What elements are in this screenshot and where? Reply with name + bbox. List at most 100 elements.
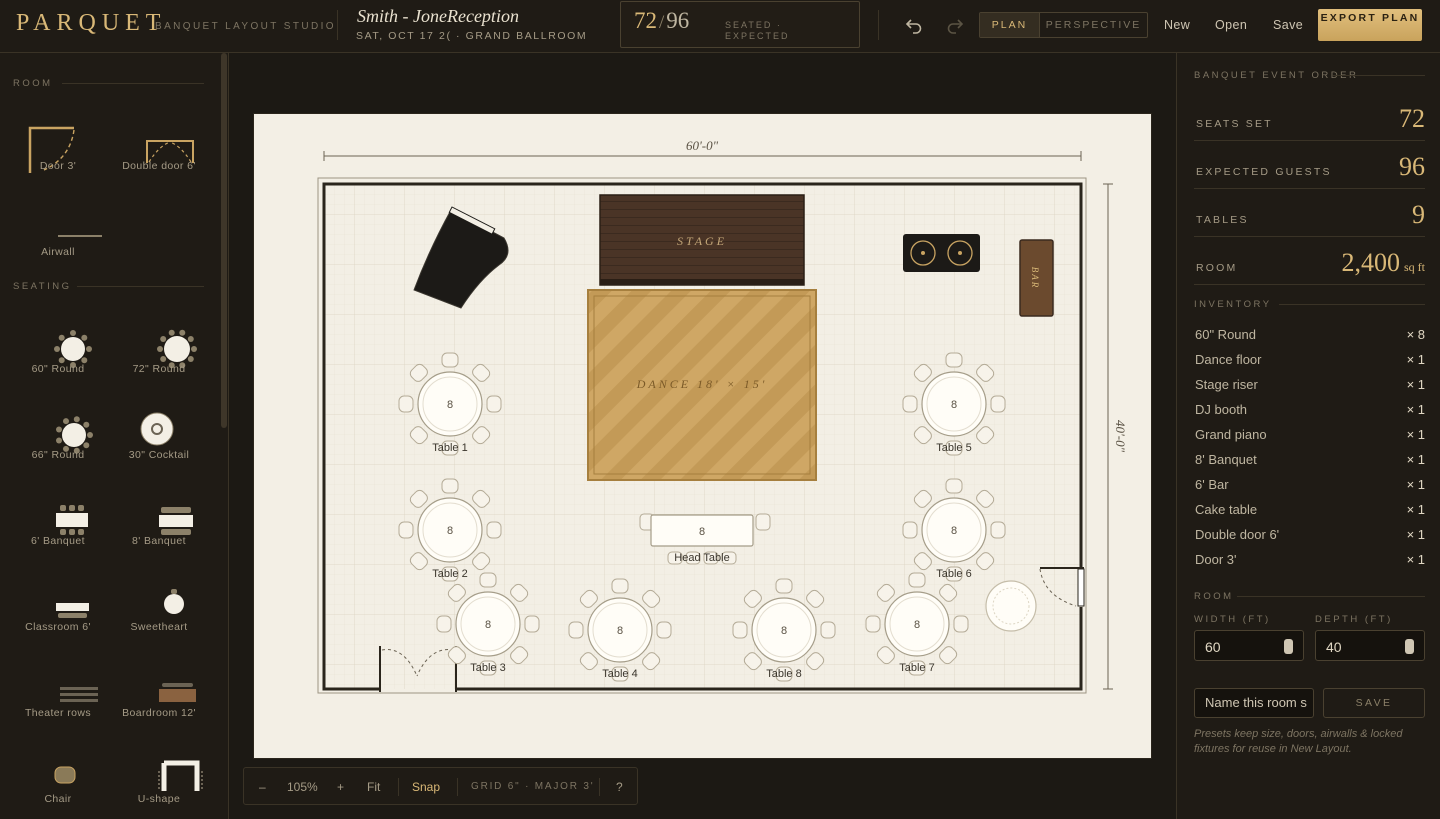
zoom-toolbar: – 105% + Fit Snap GRID 6" · MAJOR 3' ? [243, 767, 638, 805]
seated-count: 72 [634, 8, 657, 33]
dance-floor[interactable]: DANCE 18' × 15' [587, 289, 817, 481]
event-title[interactable]: Smith - JoneReception [357, 6, 519, 27]
stat-value: 9 [1412, 200, 1425, 229]
chair [945, 352, 963, 368]
open-button[interactable]: Open [1215, 18, 1247, 32]
stepper-icon[interactable] [1284, 639, 1293, 654]
palette-item-banquet-table[interactable]: 6' Banquet [8, 493, 108, 573]
palette-item-classroom-table[interactable]: Classroom 6' [8, 579, 108, 659]
table-seat-count: 8 [447, 525, 453, 537]
palette-item-boardroom-table[interactable]: Boardroom 12' [109, 665, 209, 745]
stage-riser[interactable]: STAGE [599, 194, 805, 286]
redo-icon[interactable] [945, 15, 965, 35]
palette-scrollbar[interactable] [221, 53, 227, 428]
zoom-in-button[interactable]: + [337, 780, 344, 794]
table-seat-count: 8 [485, 619, 491, 631]
chair [568, 621, 584, 639]
chair [865, 615, 881, 633]
undo-icon[interactable] [904, 15, 924, 35]
chair [479, 572, 497, 588]
inventory-item: Double door 6' × 1 [1195, 527, 1425, 547]
palette-item-round-table[interactable]: 60" Round [8, 321, 108, 401]
stepper-icon[interactable] [1405, 639, 1414, 654]
view-perspective-button[interactable]: PERSPECTIVE [1039, 13, 1147, 37]
dj-booth[interactable] [903, 234, 980, 272]
palette-item-banquet-table[interactable]: 8' Banquet [109, 493, 209, 573]
chair [436, 615, 452, 633]
inventory-item: 60" Round × 8 [1195, 327, 1425, 347]
save-room-button[interactable]: SAVE [1323, 688, 1425, 718]
chair [611, 578, 629, 594]
inventory-item-count: × 1 [1406, 427, 1425, 442]
inventory-item-count: × 1 [1406, 477, 1425, 492]
preset-hint: Presets keep size, doors, airwalls & loc… [1194, 728, 1403, 755]
palette-item-round-table[interactable]: 66" Round [8, 407, 108, 487]
export-plan-button[interactable]: EXPORT PLAN [1318, 9, 1422, 41]
chair [945, 478, 963, 494]
stat-tables: TABLES 9 [1194, 189, 1425, 237]
room-name-input[interactable]: Name this room s [1194, 688, 1314, 718]
table-label: Table 2 [432, 568, 467, 580]
palette-item-label: Chair [44, 793, 72, 805]
palette-item-label: Double door 6' [122, 160, 196, 172]
save-button[interactable]: Save [1273, 18, 1303, 32]
seat-count: 72/96 [634, 8, 689, 34]
palette-item-round-table[interactable]: 72" Round [109, 321, 209, 401]
palette-item-u-shape[interactable]: U-shape [109, 751, 209, 819]
table-seat-count: 8 [781, 625, 787, 637]
inventory-item-name: DJ booth [1195, 402, 1248, 417]
chair [524, 615, 540, 633]
room-depth-field[interactable]: 40 [1315, 630, 1425, 661]
room-area-unit: sq ft [1404, 260, 1425, 274]
grid-setting[interactable]: GRID 6" · MAJOR 3' [471, 781, 594, 792]
chair [902, 395, 918, 413]
palette-item-sweetheart-table[interactable]: Sweetheart [109, 579, 209, 659]
bar[interactable]: BAR [1019, 239, 1054, 317]
inventory-item: Cake table × 1 [1195, 502, 1425, 522]
inventory-item-name: Door 3' [1195, 552, 1237, 567]
room-width-field[interactable]: 60 [1194, 630, 1304, 661]
fit-button[interactable]: Fit [367, 780, 380, 794]
chair [990, 395, 1006, 413]
event-order-panel: BANQUET EVENT ORDER SEATS SET 72 EXPECTE… [1176, 53, 1440, 819]
inventory-item-name: Dance floor [1195, 352, 1262, 367]
table-seat-count: 8 [617, 625, 623, 637]
room-depth-value: 40 [1326, 639, 1342, 655]
view-plan-button[interactable]: PLAN [980, 13, 1039, 37]
new-button[interactable]: New [1164, 18, 1190, 32]
room-width-value: 60 [1205, 639, 1221, 655]
inventory-item-count: × 1 [1406, 402, 1425, 417]
palette-item-airwall[interactable]: Airwall [8, 204, 108, 284]
chair [486, 521, 502, 539]
palette-item-chair[interactable]: Chair [8, 751, 108, 819]
divider [62, 83, 204, 84]
palette-item-label: Sweetheart [130, 621, 188, 633]
cake-table[interactable] [985, 580, 1037, 632]
palette-item-label: 66" Round [31, 449, 85, 461]
zoom-out-button[interactable]: – [259, 780, 266, 794]
palette-item-theater-rows[interactable]: Theater rows [8, 665, 108, 745]
palette-item-door[interactable]: Door 3' [8, 118, 108, 198]
stat-label: ROOM [1196, 262, 1238, 274]
inventory-item-name: Stage riser [1195, 377, 1258, 392]
inventory-item: DJ booth × 1 [1195, 402, 1425, 422]
floor-plan[interactable]: 60'-0" 40'-0" STAGE DANCE 18' × 15' BAR … [254, 114, 1151, 758]
seat-counter: 72/96 SEATED · EXPECTED [620, 1, 860, 48]
table-label: Table 3 [470, 662, 505, 674]
palette-item-label: Airwall [41, 246, 75, 258]
chair [990, 521, 1006, 539]
divider [1279, 304, 1425, 305]
seat-counter-label: SEATED · EXPECTED [725, 20, 790, 41]
depth-dimension-label: 40'-0" [1113, 420, 1128, 453]
event-meta: SAT, OCT 17 2( · GRAND BALLROOM [356, 30, 588, 42]
snap-toggle[interactable]: Snap [412, 780, 440, 794]
palette-item-cocktail-table[interactable]: 30" Cocktail [109, 407, 209, 487]
inventory-item-name: 60" Round [1195, 327, 1256, 342]
element-palette: ROOM Door 3' Double door 6' Airwall SEAT… [0, 53, 229, 819]
stat-value: 72 [1399, 104, 1425, 133]
inventory-item: Door 3' × 1 [1195, 552, 1425, 572]
inventory-item-count: × 8 [1406, 327, 1425, 342]
palette-room-heading: ROOM [13, 78, 53, 89]
palette-item-double-door[interactable]: Double door 6' [109, 118, 209, 198]
help-button[interactable]: ? [616, 780, 623, 794]
